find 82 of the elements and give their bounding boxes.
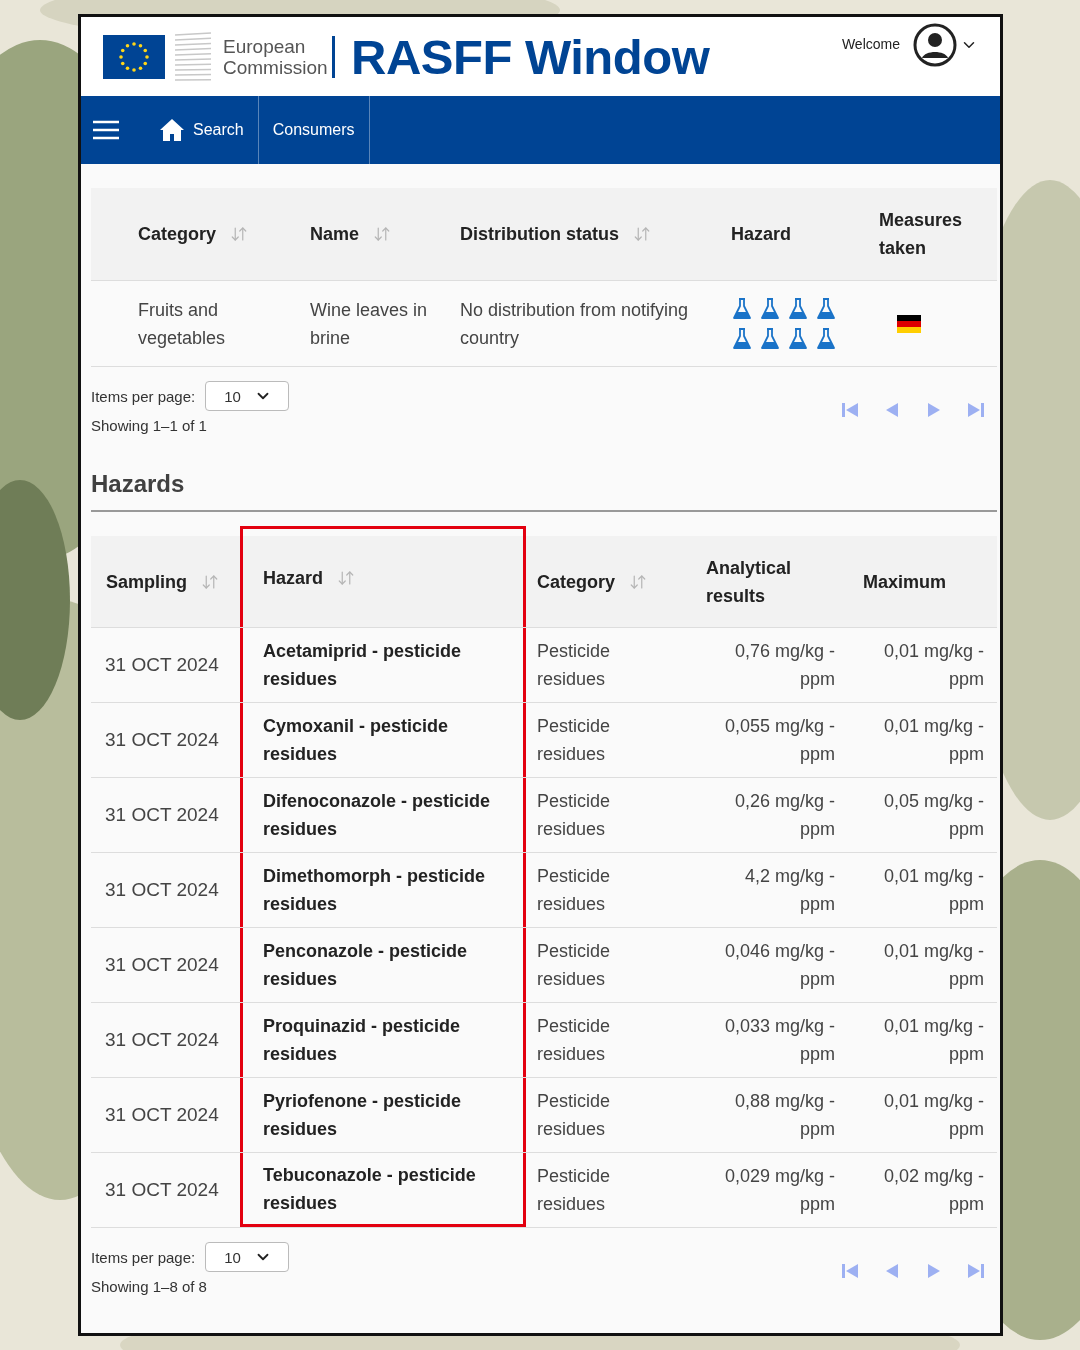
table-cell-text: Pesticide residues <box>536 640 612 691</box>
sort-icon[interactable] <box>633 225 651 243</box>
table-cell-text: 0,01 mg/kg - ppm <box>882 1090 985 1141</box>
column-header: Maximum <box>862 570 948 594</box>
table-cell-text: 31 OCT 2024 <box>104 953 220 977</box>
table-cell-text: Pesticide residues <box>536 715 612 766</box>
flask-icon <box>815 296 837 321</box>
column-header: Measures taken <box>879 209 964 260</box>
sort-icon[interactable] <box>373 225 392 243</box>
table-cell-text: 0,046 mg/kg - ppm <box>723 940 836 991</box>
table-cell: Tebuconazole - pesticide residues <box>240 1153 526 1227</box>
table-cell-text: Wine leaves in brine <box>310 298 429 350</box>
eu-flag-logo <box>103 34 165 79</box>
table-cell-text: 0,05 mg/kg - ppm <box>882 790 985 841</box>
table-cell-text: 31 OCT 2024 <box>104 1178 220 1202</box>
column-header[interactable]: Category <box>138 220 310 248</box>
table-cell-text: 0,055 mg/kg - ppm <box>723 715 836 766</box>
column-header[interactable]: Hazard <box>240 526 526 627</box>
table-cell-text: 0,033 mg/kg - ppm <box>723 1015 836 1066</box>
table-cell-text: 31 OCT 2024 <box>104 878 220 902</box>
section-title: Hazards <box>91 470 997 512</box>
showing-count: Showing 1–1 of 1 <box>91 417 208 434</box>
column-header[interactable]: Sampling <box>91 536 240 627</box>
sort-icon[interactable] <box>629 572 648 591</box>
flask-icon <box>787 296 809 321</box>
table-cell-text: 31 OCT 2024 <box>104 728 220 752</box>
home-icon <box>159 118 185 142</box>
sort-icon[interactable] <box>201 572 219 591</box>
items-per-page-label: Items per page: <box>91 387 196 405</box>
table-cell-text: 0,01 mg/kg - ppm <box>882 865 985 916</box>
menu-icon <box>93 120 119 140</box>
site-title: RASFF Window <box>351 28 710 85</box>
table-cell-text: 0,88 mg/kg - ppm <box>733 1090 836 1141</box>
table-cell-text: 31 OCT 2024 <box>104 653 220 677</box>
table-cell-text: Pesticide residues <box>536 940 612 991</box>
table-cell-text: 0,01 mg/kg - ppm <box>882 1015 985 1066</box>
nav-link[interactable]: Search <box>145 96 259 164</box>
table-cell: Pyriofenone - pesticide residues <box>240 1078 526 1152</box>
table-cell-text: 0,01 mg/kg - ppm <box>882 715 985 766</box>
table-cell-text: Pesticide residues <box>536 865 612 916</box>
table-cell: Cymoxanil - pesticide residues <box>240 703 526 777</box>
sort-icon[interactable] <box>337 569 356 587</box>
table-cell-text: No distribution from notifying country <box>460 298 690 350</box>
table-cell-text: 31 OCT 2024 <box>104 803 220 827</box>
brand-name: European Commission <box>223 35 335 78</box>
table-cell-text: Pesticide residues <box>536 1015 612 1066</box>
table-cell-text: 0,02 mg/kg - ppm <box>882 1165 985 1216</box>
sort-icon[interactable] <box>230 225 249 243</box>
table-cell: Difenoconazole - pesticide residues <box>240 778 526 852</box>
flask-icon <box>759 326 781 351</box>
column-header[interactable]: Name <box>310 220 460 248</box>
table-cell-text: 0,029 mg/kg - ppm <box>723 1165 836 1216</box>
table-cell-text: Pesticide residues <box>536 1090 612 1141</box>
table-cell-text: 0,76 mg/kg - ppm <box>733 640 836 691</box>
table-cell: Acetamiprid - pesticide residues <box>240 628 526 702</box>
column-header: Hazard <box>731 223 793 246</box>
table-cell: Proquinazid - pesticide residues <box>240 1003 526 1077</box>
table-cell-text: 0,01 mg/kg - ppm <box>882 640 985 691</box>
showing-count: Showing 1–8 of 8 <box>91 1278 208 1295</box>
items-per-page-label: Items per page: <box>91 1248 196 1266</box>
nav-link[interactable]: Consumers <box>258 96 370 164</box>
table-cell-text: 31 OCT 2024 <box>104 1028 220 1052</box>
table-cell-text: 0,26 mg/kg - ppm <box>733 790 836 841</box>
flask-icon <box>731 326 753 351</box>
column-header[interactable]: Distribution status <box>460 220 731 248</box>
column-header: Analytical results <box>705 556 793 608</box>
table-cell-text: Pesticide residues <box>536 1165 612 1216</box>
flask-icon <box>731 296 753 321</box>
column-header[interactable]: Category <box>526 536 690 627</box>
flask-icon <box>787 326 809 351</box>
user-icon <box>912 22 958 68</box>
welcome-text: Welcome <box>841 36 900 52</box>
flask-icon <box>759 296 781 321</box>
table-cell: Penconazole - pesticide residues <box>240 928 526 1002</box>
table-cell-text: Pesticide residues <box>536 790 612 841</box>
table-cell-text: 0,01 mg/kg - ppm <box>882 940 985 991</box>
flag-icon <box>897 314 921 333</box>
table-cell-text: Fruits and vegetables <box>138 298 227 350</box>
table-cell-text: 4,2 mg/kg - ppm <box>743 865 836 916</box>
flask-icon <box>815 326 837 351</box>
table-cell: Dimethomorph - pesticide residues <box>240 853 526 927</box>
table-cell-text: 31 OCT 2024 <box>104 1103 220 1127</box>
